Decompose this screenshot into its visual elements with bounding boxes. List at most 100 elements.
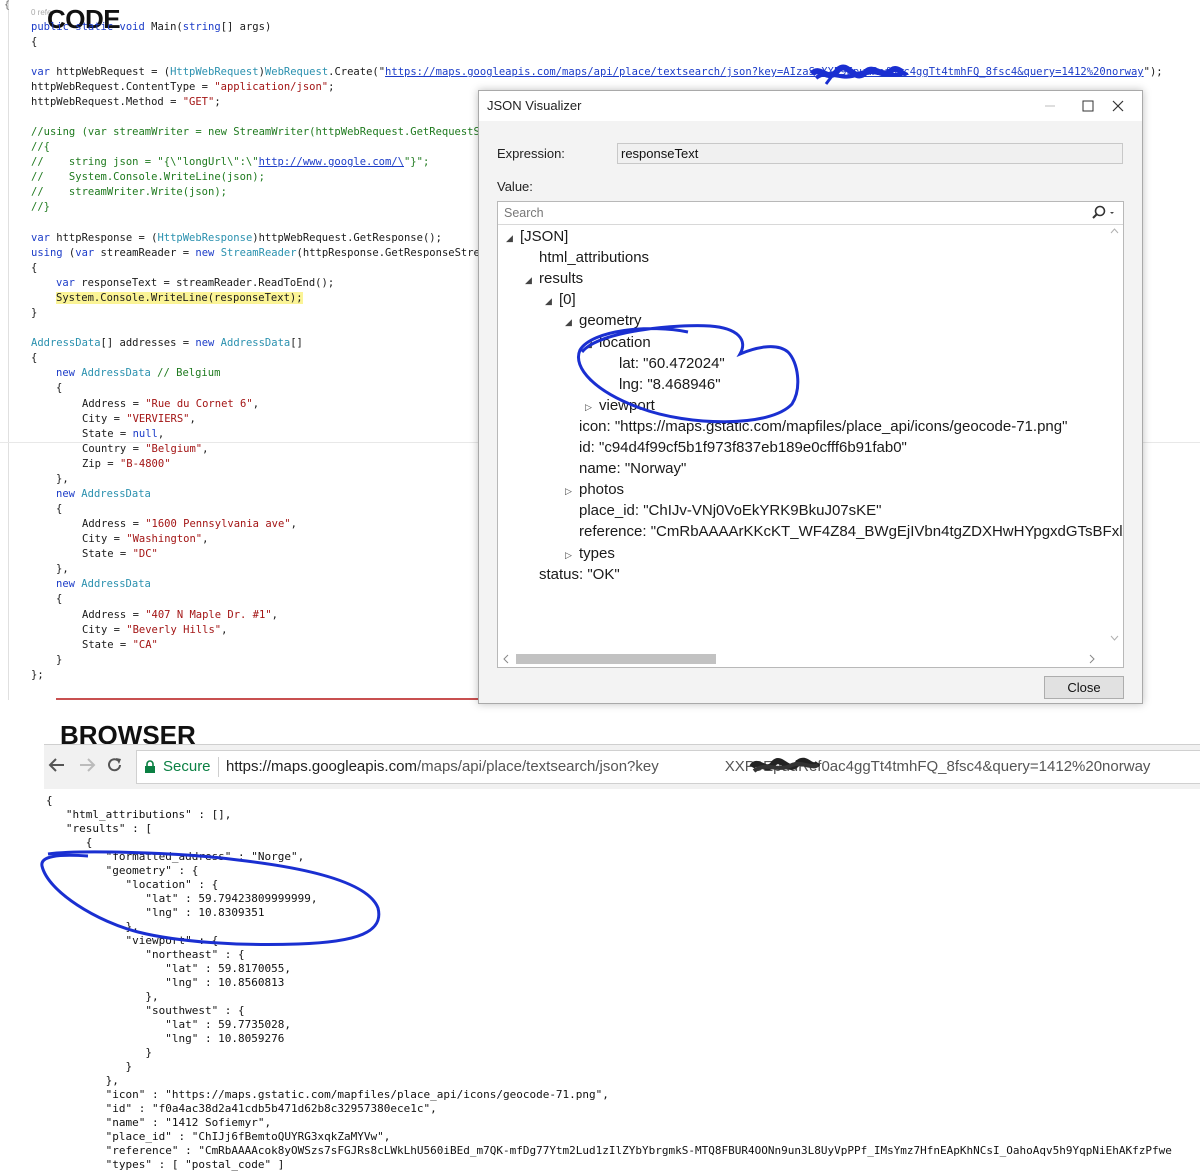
code-line[interactable]: }, <box>56 562 69 577</box>
code-line[interactable]: }, <box>56 472 69 487</box>
tree-node[interactable]: place_id: "ChIJv-VNj0VoEkYRK9BkuJ07sKE" <box>565 502 881 519</box>
code-line[interactable]: { <box>31 261 37 276</box>
expanded-triangle-icon[interactable]: ◢ <box>525 275 539 286</box>
code-line[interactable]: State = "CA" <box>82 638 158 653</box>
tree-node-label: lng: "8.468946" <box>619 375 721 393</box>
code-line[interactable]: httpWebRequest.ContentType = "applicatio… <box>31 80 334 95</box>
tree-node[interactable]: ◢ results <box>525 270 583 287</box>
search-placeholder: Search <box>504 206 544 220</box>
horizontal-scrollbar[interactable] <box>498 650 1106 667</box>
code-line[interactable]: Address = "Rue du Cornet 6", <box>82 397 259 412</box>
code-line[interactable]: var httpResponse = (HttpWebResponse)http… <box>31 231 442 246</box>
editor-marker-bar <box>56 698 480 700</box>
code-line[interactable]: City = "Washington", <box>82 532 208 547</box>
json-text-line: "name" : "1412 Sofiemyr", <box>46 1116 272 1129</box>
tree-node[interactable]: ◢ location <box>585 334 651 351</box>
code-line[interactable]: } <box>56 653 62 668</box>
tree-node[interactable]: ◢ [0] <box>545 291 576 308</box>
code-line[interactable]: } <box>31 306 37 321</box>
tree-node[interactable]: icon: "https://maps.gstatic.com/mapfiles… <box>565 418 1067 435</box>
json-text-line: "results" : [ <box>46 822 152 835</box>
collapsed-triangle-icon[interactable]: ▷ <box>565 486 579 497</box>
code-line[interactable]: }; <box>31 668 44 683</box>
horizontal-scroll-thumb[interactable] <box>516 654 716 664</box>
tree-node[interactable]: reference: "CmRbAAAArKKcKT_WF4Z84_BWgEjI… <box>565 523 1124 541</box>
tree-node[interactable]: ▷ types <box>565 545 615 562</box>
collapsed-triangle-icon[interactable]: ▷ <box>585 402 599 413</box>
expanded-triangle-icon[interactable]: ◢ <box>545 296 559 307</box>
tree-node[interactable]: html_attributions <box>525 249 649 266</box>
forward-arrow-icon[interactable] <box>78 756 96 774</box>
json-text-line: "types" : [ "postal_code" ] <box>46 1158 285 1171</box>
code-line[interactable]: { <box>56 502 62 517</box>
code-line[interactable]: // streamWriter.Write(json); <box>31 185 227 200</box>
close-icon[interactable] <box>1095 91 1141 121</box>
search-input[interactable]: Search <box>498 202 1123 225</box>
code-line[interactable]: City = "Beverly Hills", <box>82 623 227 638</box>
json-text-line: "southwest" : { <box>46 1004 245 1017</box>
json-visualizer-window: JSON Visualizer Expression: responseText… <box>478 90 1143 704</box>
code-line[interactable]: { <box>31 35 37 50</box>
collapsed-triangle-icon[interactable]: ▷ <box>565 550 579 561</box>
url-text[interactable]: https://maps.googleapis.com/maps/api/pla… <box>226 758 1150 775</box>
tree-node[interactable]: lat: "60.472024" <box>605 355 725 372</box>
expression-field[interactable]: responseText <box>617 143 1123 164</box>
tree-node-label: types <box>579 544 615 562</box>
code-line[interactable]: //using (var streamWriter = new StreamWr… <box>31 125 537 140</box>
code-line[interactable]: City = "VERVIERS", <box>82 412 196 427</box>
code-line[interactable]: new AddressData <box>56 487 151 502</box>
code-line[interactable]: public static void Main(string[] args) <box>31 20 271 35</box>
tree-node-label: icon: "https://maps.gstatic.com/mapfiles… <box>579 417 1068 435</box>
expanded-triangle-icon[interactable]: ◢ <box>506 233 520 244</box>
vertical-scrollbar[interactable] <box>1106 224 1123 650</box>
code-line[interactable]: Country = "Belgium", <box>82 442 208 457</box>
tree-node-label: reference: "CmRbAAAArKKcKT_WF4Z84_BWgEjI… <box>579 523 1124 541</box>
code-line[interactable]: AddressData[] addresses = new AddressDat… <box>31 336 303 351</box>
code-line[interactable]: { <box>31 351 37 366</box>
url-path: /maps/api/place/textsearch/json?key <box>416 758 659 775</box>
tree-node[interactable]: name: "Norway" <box>565 460 686 477</box>
tree-node[interactable]: status: "OK" <box>525 566 620 583</box>
tree-node[interactable]: ◢ geometry <box>565 312 642 329</box>
json-text-line: "location" : { <box>46 878 219 891</box>
code-line[interactable]: new AddressData // Belgium <box>56 366 220 381</box>
code-line[interactable]: using (var streamReader = new StreamRead… <box>31 246 518 261</box>
expanded-triangle-icon[interactable]: ◢ <box>565 317 579 328</box>
json-text-line: "place_id" : "ChIJj6fBemtoQUYRG3xqkZaMYV… <box>46 1130 391 1143</box>
code-line[interactable]: System.Console.WriteLine(responseText); <box>56 291 303 306</box>
code-line[interactable]: //} <box>31 200 50 215</box>
code-line[interactable]: //{ <box>31 140 50 155</box>
close-button[interactable]: Close <box>1044 676 1124 699</box>
code-line[interactable]: Address = "1600 Pennsylvania ave", <box>82 517 297 532</box>
value-label: Value: <box>497 179 533 194</box>
tree-node[interactable]: ◢ [JSON] <box>506 228 568 245</box>
code-line[interactable]: State = null, <box>82 427 164 442</box>
code-line[interactable]: httpWebRequest.Method = "GET"; <box>31 95 221 110</box>
tree-node-label: html_attributions <box>539 249 650 267</box>
reload-icon[interactable] <box>106 756 124 774</box>
code-line[interactable]: var httpWebRequest = (HttpWebRequest)Web… <box>31 65 1163 80</box>
code-line[interactable]: { <box>56 592 62 607</box>
code-line[interactable]: // System.Console.WriteLine(json); <box>31 170 265 185</box>
search-icon[interactable] <box>1089 203 1119 223</box>
lock-icon <box>145 760 155 773</box>
tree-node[interactable]: ▷ photos <box>565 481 624 498</box>
code-line[interactable]: { <box>56 381 62 396</box>
code-line[interactable]: new AddressData <box>56 577 151 592</box>
window-titlebar[interactable]: JSON Visualizer <box>479 91 1142 121</box>
expanded-triangle-icon[interactable]: ◢ <box>585 339 599 350</box>
back-arrow-icon[interactable] <box>48 756 66 774</box>
code-line[interactable]: var responseText = streamReader.ReadToEn… <box>56 276 334 291</box>
address-bar[interactable]: Secure https://maps.googleapis.com/maps/… <box>136 750 1200 784</box>
json-text-line: "html_attributions" : [], <box>46 808 232 821</box>
tree-node[interactable]: ▷ viewport <box>585 397 655 414</box>
code-line[interactable]: State = "DC" <box>82 547 158 562</box>
tree-node[interactable]: lng: "8.468946" <box>605 376 721 393</box>
code-line[interactable]: // string json = "{\"longUrl\":\"http://… <box>31 155 429 170</box>
tree-node-label: results <box>539 270 584 288</box>
tree-node[interactable]: id: "c94d4f99cf5b1f973f837eb189e0cfff6b9… <box>565 439 907 456</box>
json-text-line: "formatted_address" : "Norge", <box>46 850 305 863</box>
tree-node-label: lat: "60.472024" <box>619 354 725 372</box>
code-line[interactable]: Zip = "B-4800" <box>82 457 171 472</box>
code-line[interactable]: Address = "407 N Maple Dr. #1", <box>82 608 278 623</box>
